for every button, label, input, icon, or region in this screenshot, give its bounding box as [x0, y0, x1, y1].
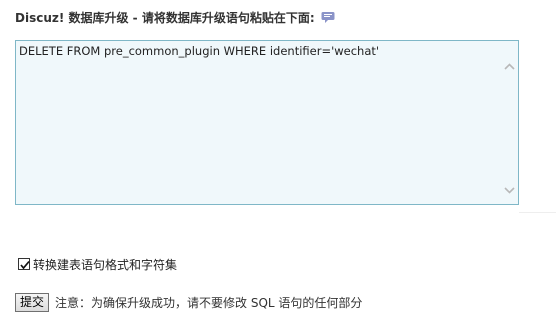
sql-statement-text[interactable]: DELETE FROM pre_common_plugin WHERE iden…	[19, 44, 498, 58]
textarea-scrollbar[interactable]	[501, 41, 518, 204]
submit-button[interactable]: 提交	[15, 292, 50, 312]
convert-charset-label[interactable]: 转换建表语句格式和字符集	[33, 256, 177, 273]
notice-text: 注意：为确保升级成功，请不要修改 SQL 语句的任何部分	[55, 295, 363, 310]
convert-charset-option[interactable]: 转换建表语句格式和字符集	[18, 256, 177, 272]
page-header: Discuz! 数据库升级 - 请将数据库升级语句粘贴在下面:	[15, 8, 335, 26]
divider	[519, 212, 556, 213]
sql-statement-textarea[interactable]: DELETE FROM pre_common_plugin WHERE iden…	[15, 40, 519, 205]
page-title: Discuz! 数据库升级 - 请将数据库升级语句粘贴在下面:	[15, 10, 315, 25]
submit-row: 提交 注意：为确保升级成功，请不要修改 SQL 语句的任何部分	[15, 292, 362, 312]
scroll-up-arrow-icon[interactable]	[503, 57, 516, 70]
speech-bubble-icon[interactable]	[321, 11, 335, 23]
convert-charset-checkbox[interactable]	[18, 258, 30, 270]
db-upgrade-page: Discuz! 数据库升级 - 请将数据库升级语句粘贴在下面: DELETE F…	[0, 0, 556, 327]
scroll-down-arrow-icon[interactable]	[503, 180, 516, 194]
